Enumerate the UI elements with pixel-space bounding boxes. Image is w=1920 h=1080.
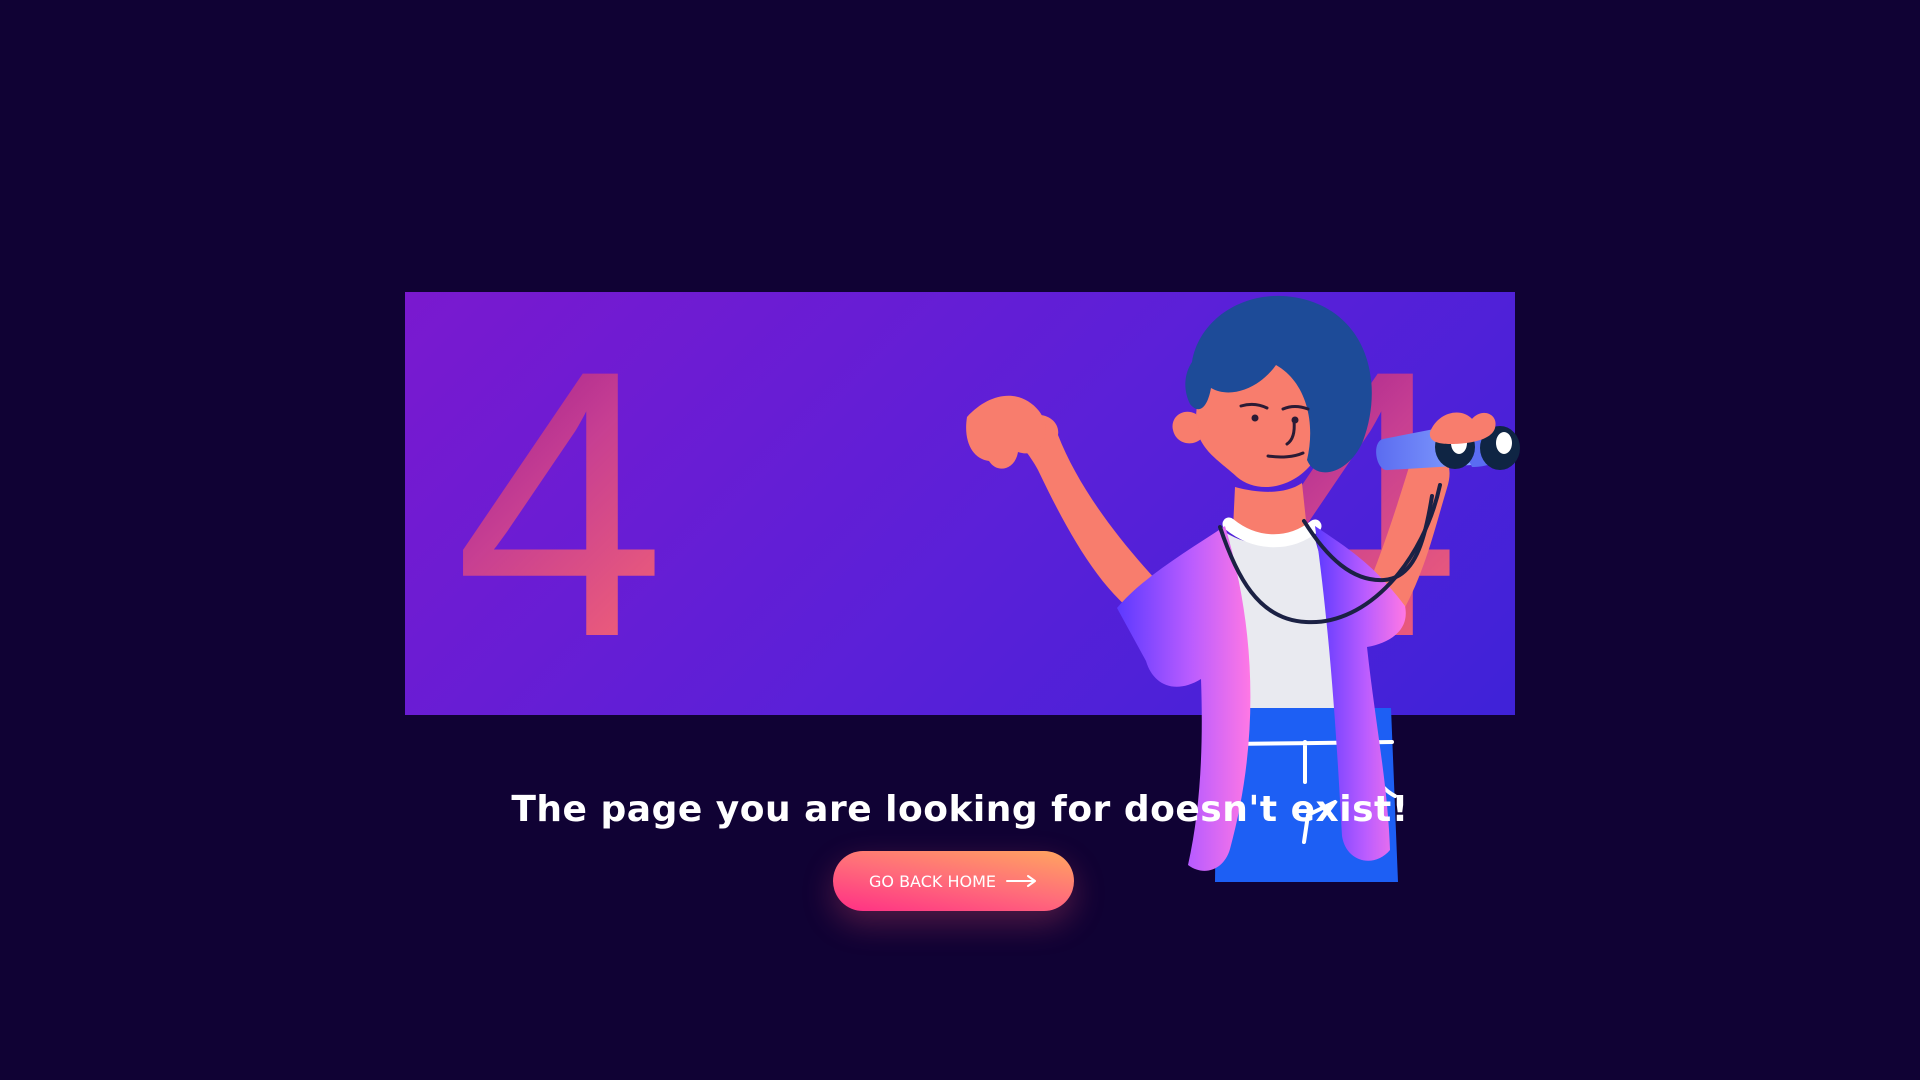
error-hero-panel: 4 4 — [405, 292, 1520, 882]
binoculars-person-illustration — [966, 295, 1520, 882]
arrow-right-icon — [1006, 874, 1038, 888]
not-found-page: 4 4 The page you are looking for doesn't… — [0, 0, 1920, 1080]
error-message: The page you are looking for doesn't exi… — [511, 789, 1409, 831]
face-eye-left — [1251, 414, 1259, 422]
error-code-left-digit: 4 — [450, 292, 670, 715]
go-back-home-label: GO BACK HOME — [868, 871, 996, 891]
go-back-home-button[interactable]: GO BACK HOME — [833, 851, 1074, 911]
